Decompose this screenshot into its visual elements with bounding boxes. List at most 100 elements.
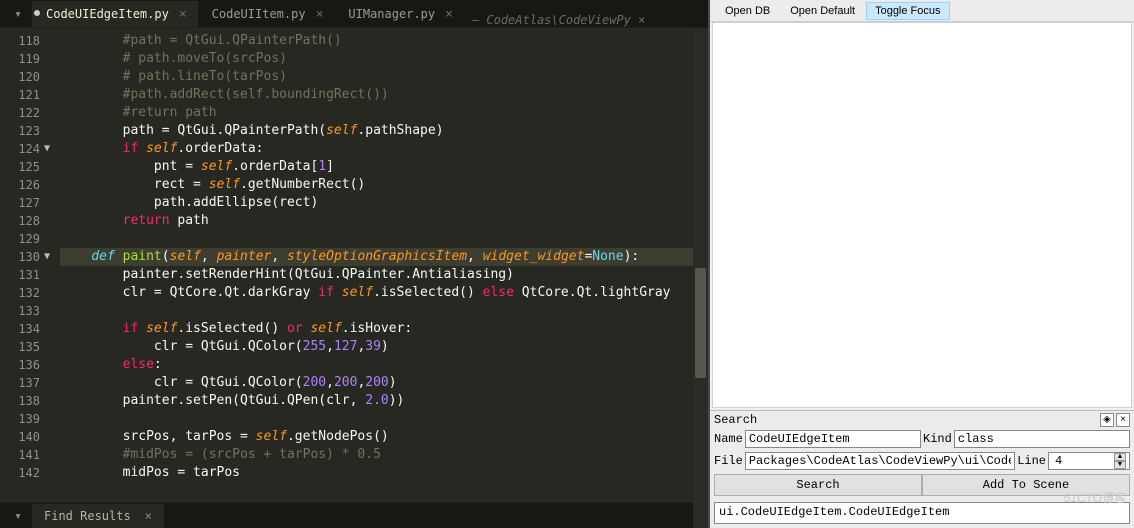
name-input[interactable]	[745, 430, 921, 448]
close-icon[interactable]: ×	[445, 8, 453, 21]
fold-icon[interactable]: ▼	[44, 248, 50, 266]
close-icon[interactable]: ×	[638, 13, 645, 27]
toolbar: Open DB Open Default Toggle Focus	[710, 0, 1134, 22]
file-tab[interactable]: CodeUIEdgeItem.py ×	[32, 1, 198, 27]
code-line[interactable]: if self.isSelected() or self.isHover:	[60, 320, 708, 338]
code-line[interactable]: clr = QtCore.Qt.darkGray if self.isSelec…	[60, 284, 708, 302]
code-line[interactable]: path = QtGui.QPainterPath(self.pathShape…	[60, 122, 708, 140]
spin-down-icon[interactable]: ▼	[1114, 461, 1126, 469]
line-number: 141	[0, 446, 40, 464]
code-line[interactable]: clr = QtGui.QColor(200,200,200)	[60, 374, 708, 392]
name-label: Name	[714, 432, 743, 446]
bottom-menu-dropdown[interactable]	[4, 504, 32, 528]
find-results-tab[interactable]: Find Results ×	[32, 504, 164, 528]
line-number: 134	[0, 320, 40, 338]
line-number: 119	[0, 50, 40, 68]
line-number: 131	[0, 266, 40, 284]
close-icon[interactable]: ×	[145, 509, 152, 523]
code-line[interactable]: if self.orderData:	[60, 140, 708, 158]
code-line[interactable]: #midPos = (srcPos + tarPos) * 0.5	[60, 446, 708, 464]
line-number: 129	[0, 230, 40, 248]
line-number: 133	[0, 302, 40, 320]
find-results-label: Find Results	[44, 509, 131, 523]
code-line[interactable]: srcPos, tarPos = self.getNodePos()	[60, 428, 708, 446]
code-line[interactable]	[60, 230, 708, 248]
toggle-focus-button[interactable]: Toggle Focus	[866, 2, 949, 20]
side-panel: Open DB Open Default Toggle Focus Search…	[708, 0, 1134, 528]
line-input[interactable]	[1052, 453, 1112, 469]
code-line[interactable]: else:	[60, 356, 708, 374]
code-line[interactable]: pnt = self.orderData[1]	[60, 158, 708, 176]
line-number: 121	[0, 86, 40, 104]
editor-panel: CodeUIEdgeItem.py×CodeUIItem.py×UIManage…	[0, 0, 708, 528]
code-line[interactable]: #path = QtGui.QPainterPath()	[60, 32, 708, 50]
file-tab[interactable]: UIManager.py ×	[334, 1, 464, 27]
line-number: 126	[0, 176, 40, 194]
code-line[interactable]	[60, 302, 708, 320]
tab-label: UIManager.py	[348, 7, 435, 21]
line-number: 124▼	[0, 140, 40, 158]
line-number: 125	[0, 158, 40, 176]
code-line[interactable]: return path	[60, 212, 708, 230]
editor-body: 118119120121122123124▼125126127128129130…	[0, 28, 708, 502]
line-label: Line	[1017, 454, 1046, 468]
close-icon[interactable]: ×	[1116, 413, 1130, 427]
undock-icon[interactable]: ◈	[1100, 413, 1114, 427]
code-line[interactable]	[60, 410, 708, 428]
code-line[interactable]: def paint(self, painter, styleOptionGrap…	[60, 248, 708, 266]
search-pane: Search ◈ × Name Kind File Line ▲ ▼	[710, 410, 1134, 528]
vertical-scrollbar[interactable]	[693, 28, 708, 528]
line-number: 130▼	[0, 248, 40, 266]
code-line[interactable]: path.addEllipse(rect)	[60, 194, 708, 212]
code-line[interactable]: # path.lineTo(tarPos)	[60, 68, 708, 86]
close-icon[interactable]: ×	[179, 8, 187, 21]
search-title-bar: Search ◈ ×	[710, 410, 1134, 428]
code-line[interactable]: painter.setRenderHint(QtGui.QPainter.Ant…	[60, 266, 708, 284]
add-to-scene-button[interactable]: Add To Scene	[922, 474, 1130, 496]
tab-label: CodeUIEdgeItem.py	[46, 7, 169, 21]
file-tab[interactable]: CodeUIItem.py ×	[198, 1, 335, 27]
line-number: 136	[0, 356, 40, 374]
line-spinner[interactable]: ▲ ▼	[1048, 452, 1130, 470]
close-icon[interactable]: ×	[316, 8, 324, 21]
line-number: 132	[0, 284, 40, 302]
spin-up-icon[interactable]: ▲	[1114, 453, 1126, 461]
graph-canvas[interactable]	[712, 22, 1132, 408]
kind-input[interactable]	[954, 430, 1130, 448]
file-label: File	[714, 454, 743, 468]
line-number: 127	[0, 194, 40, 212]
code-line[interactable]: #return path	[60, 104, 708, 122]
tab-label: CodeUIItem.py	[212, 7, 306, 21]
scrollbar-thumb[interactable]	[695, 268, 706, 378]
open-db-button[interactable]: Open DB	[716, 2, 779, 20]
code-line[interactable]: clr = QtGui.QColor(255,127,39)	[60, 338, 708, 356]
line-number: 140	[0, 428, 40, 446]
line-number: 120	[0, 68, 40, 86]
line-number: 118	[0, 32, 40, 50]
open-default-button[interactable]: Open Default	[781, 2, 864, 20]
line-number: 123	[0, 122, 40, 140]
line-number: 128	[0, 212, 40, 230]
fold-icon[interactable]: ▼	[44, 140, 50, 158]
code-line[interactable]: rect = self.getNumberRect()	[60, 176, 708, 194]
tab-bar: CodeUIEdgeItem.py×CodeUIItem.py×UIManage…	[0, 0, 708, 28]
code-area[interactable]: #path = QtGui.QPainterPath() # path.move…	[48, 28, 708, 502]
tab-context-path: — CodeAtlas\CodeViewPy ×	[464, 13, 653, 27]
search-button[interactable]: Search	[714, 474, 922, 496]
tab-path-label: — CodeAtlas\CodeViewPy	[472, 13, 631, 27]
line-number: 142	[0, 464, 40, 482]
bottom-panel: Find Results ×	[0, 502, 708, 528]
search-title: Search	[714, 413, 757, 427]
line-number: 122	[0, 104, 40, 122]
file-input[interactable]	[745, 452, 1015, 470]
line-number: 135	[0, 338, 40, 356]
code-line[interactable]: #path.addRect(self.boundingRect())	[60, 86, 708, 104]
kind-label: Kind	[923, 432, 952, 446]
search-result[interactable]: ui.CodeUIEdgeItem.CodeUIEdgeItem	[714, 502, 1130, 524]
code-line[interactable]: midPos = tarPos	[60, 464, 708, 482]
line-number: 138	[0, 392, 40, 410]
code-line[interactable]: # path.moveTo(srcPos)	[60, 50, 708, 68]
code-line[interactable]: painter.setPen(QtGui.QPen(clr, 2.0))	[60, 392, 708, 410]
line-number: 137	[0, 374, 40, 392]
tab-menu-dropdown[interactable]	[4, 1, 32, 27]
